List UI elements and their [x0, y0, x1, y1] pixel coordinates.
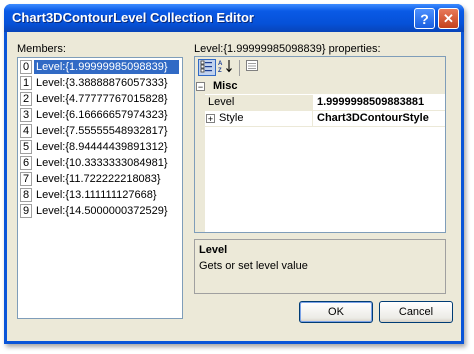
collapse-icon[interactable]: − — [196, 82, 205, 92]
collection-editor-window: Chart3DContourLevel Collection Editor ? … — [4, 4, 464, 344]
member-text: Level:{7.55555548932817} — [36, 125, 168, 137]
member-text: Level:{1.99999985098839} — [34, 60, 179, 74]
member-index: 1 — [20, 76, 32, 90]
property-name: Level — [205, 95, 313, 110]
member-index: 3 — [20, 108, 32, 122]
member-index: 5 — [20, 140, 32, 154]
property-name: Style — [205, 111, 313, 126]
members-list[interactable]: 0 Level:{1.99999985098839} 1 Level:{3.38… — [17, 57, 183, 319]
member-index: 7 — [20, 172, 32, 186]
property-value[interactable]: 1.9999998509883881 — [314, 95, 445, 110]
list-item[interactable]: 1 Level:{3.38888876057333} — [20, 76, 180, 91]
list-item[interactable]: 6 Level:{10.3333333084981} — [20, 156, 180, 171]
member-index: 6 — [20, 156, 32, 170]
window-title: Chart3DContourLevel Collection Editor — [12, 10, 254, 25]
list-item[interactable]: 9 Level:{14.5000000372529} — [20, 204, 180, 219]
toolbar-separator — [239, 60, 240, 76]
member-index: 2 — [20, 92, 32, 106]
property-pages-icon[interactable] — [243, 59, 261, 76]
list-item[interactable]: 4 Level:{7.55555548932817} — [20, 124, 180, 139]
member-text: Level:{14.5000000372529} — [36, 205, 168, 217]
category-label: Misc — [213, 80, 238, 92]
property-grid[interactable]: A Z − Misc Level 1.9999998509883881 Styl… — [194, 56, 446, 233]
expand-icon[interactable]: + — [206, 114, 215, 124]
description-title: Level — [199, 244, 228, 256]
dialog-client-area: Members: 0 Level:{1.99999985098839} 1 Le… — [7, 32, 461, 341]
property-grid-gutter — [195, 79, 205, 232]
member-text: Level:{13.111111127668} — [36, 189, 157, 201]
property-row-style[interactable]: Style + Chart3DContourStyle — [205, 111, 445, 127]
member-index: 8 — [20, 188, 32, 202]
list-item[interactable]: 7 Level:{11.722222218083} — [20, 172, 180, 187]
list-item[interactable]: 0 Level:{1.99999985098839} — [20, 60, 180, 75]
cancel-button[interactable]: Cancel — [379, 301, 453, 323]
list-item[interactable]: 3 Level:{6.16666657974323} — [20, 108, 180, 123]
categorized-icon[interactable] — [198, 59, 216, 76]
member-text: Level:{4.77777767015828} — [36, 93, 168, 105]
member-index: 4 — [20, 124, 32, 138]
member-index: 9 — [20, 204, 32, 218]
help-button[interactable]: ? — [414, 8, 435, 29]
properties-label: Level:{1.99999985098839} properties: — [194, 43, 381, 55]
svg-text:A: A — [218, 61, 223, 67]
property-value[interactable]: Chart3DContourStyle — [314, 111, 445, 126]
member-text: Level:{10.3333333084981} — [36, 157, 168, 169]
members-label: Members: — [17, 43, 66, 55]
list-item[interactable]: 8 Level:{13.111111127668} — [20, 188, 180, 203]
property-grid-toolbar: A Z — [195, 57, 445, 80]
ok-button[interactable]: OK — [299, 301, 373, 323]
member-text: Level:{11.722222218083} — [36, 173, 161, 185]
category-misc[interactable]: − Misc — [195, 79, 445, 94]
alphabetical-icon[interactable]: A Z — [217, 59, 235, 76]
close-button[interactable]: ✕ — [438, 8, 459, 29]
description-text: Gets or set level value — [199, 260, 308, 272]
member-text: Level:{8.94444439891312} — [36, 141, 168, 153]
property-row-level[interactable]: Level 1.9999998509883881 — [205, 95, 445, 111]
member-text: Level:{3.38888876057333} — [36, 77, 168, 89]
list-item[interactable]: 2 Level:{4.77777767015828} — [20, 92, 180, 107]
member-text: Level:{6.16666657974323} — [36, 109, 168, 121]
description-panel: Level Gets or set level value — [194, 239, 446, 294]
member-index: 0 — [20, 60, 32, 74]
list-item[interactable]: 5 Level:{8.94444439891312} — [20, 140, 180, 155]
svg-text:Z: Z — [218, 68, 222, 73]
title-bar[interactable]: Chart3DContourLevel Collection Editor ? … — [4, 4, 464, 32]
